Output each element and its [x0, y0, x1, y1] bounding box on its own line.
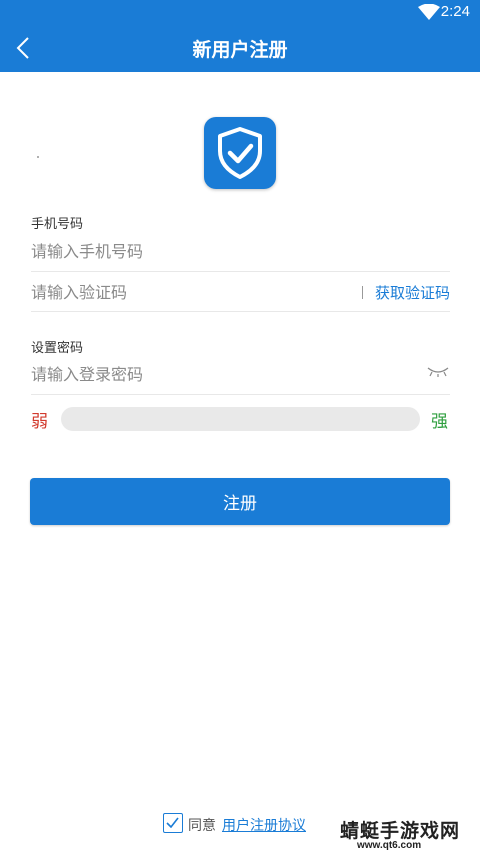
title-bar: 新用户注册 [0, 24, 480, 72]
strength-weak-label: 弱 [31, 412, 48, 432]
get-code-button[interactable]: 获取验证码 [375, 282, 450, 303]
separator [362, 286, 363, 299]
divider [31, 271, 450, 272]
divider [31, 394, 450, 395]
status-bar: 2:24 [0, 0, 480, 24]
password-label: 设置密码 [31, 341, 84, 356]
verification-code-input[interactable] [31, 278, 341, 306]
app-logo [204, 117, 276, 189]
decorative-dot [37, 156, 39, 158]
divider [31, 311, 450, 312]
eye-closed-icon[interactable] [427, 366, 449, 378]
agreement-checkbox[interactable] [163, 813, 183, 833]
agreement-link[interactable]: 用户注册协议 [222, 815, 306, 835]
page-title: 新用户注册 [192, 39, 288, 61]
watermark-url: www.qt6.com [357, 840, 422, 851]
register-button[interactable]: 注册 [30, 478, 450, 525]
phone-input[interactable] [31, 237, 431, 265]
check-icon [166, 817, 179, 828]
status-time: 2:24 [440, 3, 470, 20]
phone-label: 手机号码 [31, 217, 84, 232]
strength-strong-label: 强 [431, 412, 448, 432]
watermark-text: 蜻蜓手游戏网 [340, 820, 461, 842]
password-strength-bar [61, 407, 420, 431]
wifi-icon [418, 4, 440, 20]
agreement-prefix: 同意 [188, 818, 216, 834]
password-input[interactable] [31, 360, 411, 388]
shield-check-icon [218, 127, 262, 179]
